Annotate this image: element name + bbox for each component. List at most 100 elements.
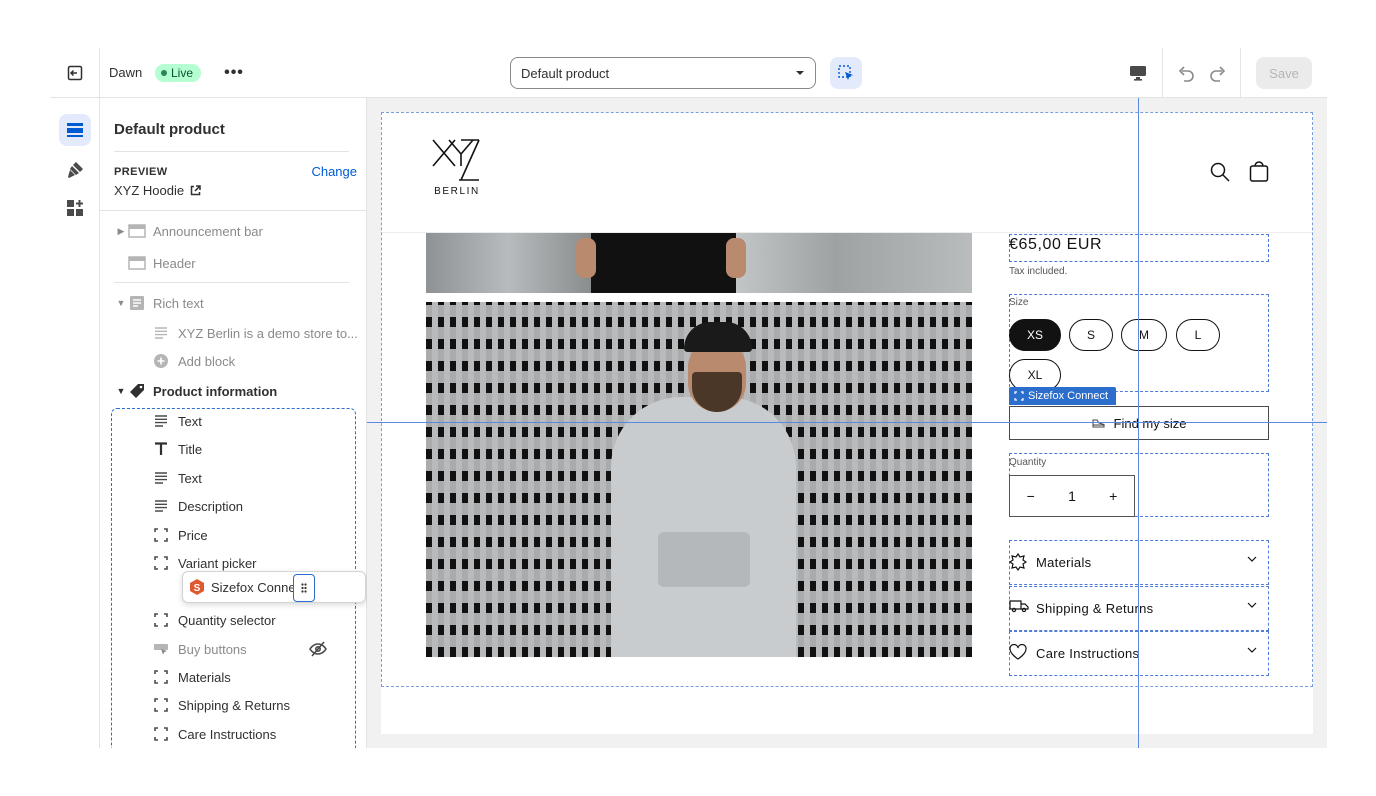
block-shipping-returns[interactable]: Shipping & Returns — [100, 691, 366, 719]
block-label: Variant picker — [178, 555, 257, 571]
inspector-toggle-button[interactable] — [830, 57, 862, 89]
add-block-button[interactable]: Add block — [100, 347, 366, 375]
left-rail — [50, 98, 100, 748]
redo-icon — [1210, 66, 1226, 82]
app-block-icon — [152, 554, 170, 572]
add-block-label: Add block — [178, 353, 236, 369]
live-badge-label: Live — [171, 66, 194, 80]
block-label: Buy buttons — [178, 641, 247, 657]
dragging-block-sizefox[interactable]: S Sizefox Connect — [182, 571, 366, 603]
section-product-information[interactable]: ▼ Product information — [100, 377, 366, 405]
block-label: Shipping & Returns — [178, 697, 291, 713]
block-materials[interactable]: Materials — [100, 663, 366, 691]
block-price[interactable]: Price — [100, 521, 366, 549]
ellipsis-icon: ••• — [224, 64, 244, 81]
text-icon — [152, 412, 170, 430]
app-block-icon — [152, 526, 170, 544]
undo-button[interactable] — [1174, 61, 1198, 85]
section-rich-text[interactable]: ▼ Rich text — [100, 289, 366, 317]
sizefox-logo-icon: S — [190, 579, 204, 598]
drag-handle[interactable] — [293, 574, 315, 602]
app-block-icon — [152, 668, 170, 686]
section-announcement-bar[interactable]: ▶ Announcement bar — [100, 217, 366, 245]
app-embeds-tab[interactable] — [59, 192, 91, 224]
text-icon — [152, 324, 170, 342]
template-select[interactable]: Default product — [510, 57, 816, 89]
section-header[interactable]: Header — [100, 249, 366, 277]
app-block-icon — [152, 696, 170, 714]
live-badge: Live — [155, 64, 202, 82]
caret-down-icon: ▼ — [116, 298, 126, 308]
toolbar-divider — [1240, 48, 1241, 98]
desktop-view-button[interactable] — [1126, 61, 1150, 85]
select-cursor-icon — [838, 65, 853, 80]
theme-settings-tab[interactable] — [59, 154, 91, 186]
block-title[interactable]: Title — [100, 435, 366, 463]
top-bar: Dawn Live ••• Default product Save — [50, 48, 1327, 98]
caret-down-icon: ▼ — [116, 386, 126, 396]
dragging-block-label: Sizefox Connect — [211, 579, 306, 595]
divider — [100, 210, 366, 211]
app-block-icon — [152, 611, 170, 629]
app-block-icon — [152, 725, 170, 743]
title-icon — [152, 440, 170, 458]
apps-icon — [67, 200, 83, 216]
block-text[interactable]: Text — [100, 464, 366, 492]
block-label: XYZ Berlin is a demo store to... — [178, 325, 358, 341]
section-label: Rich text — [153, 295, 204, 311]
sections-icon — [67, 123, 83, 137]
eye-hidden-icon[interactable] — [309, 640, 327, 658]
undo-icon — [1178, 66, 1194, 82]
external-link-icon — [190, 185, 201, 196]
block-quantity-selector[interactable]: Quantity selector — [100, 606, 366, 634]
storefront-page: BERLIN €65,00 EUR Tax included. Size XS … — [381, 112, 1313, 734]
sidebar: Default product PREVIEW Change XYZ Hoodi… — [100, 98, 367, 748]
section-icon — [128, 222, 146, 240]
change-preview-link[interactable]: Change — [311, 164, 357, 179]
drag-handle-icon — [301, 583, 307, 593]
caret-right-icon: ▶ — [117, 225, 125, 236]
toolbar-divider — [1162, 48, 1163, 98]
section-label: Header — [153, 255, 196, 271]
block-label: Description — [178, 498, 244, 514]
section-label: Product information — [153, 383, 278, 399]
preview-product-name: XYZ Hoodie — [114, 183, 185, 198]
preview-product[interactable]: XYZ Hoodie — [114, 183, 201, 198]
tag-icon — [128, 382, 146, 400]
more-actions-button[interactable]: ••• — [222, 62, 246, 84]
block-label: Text — [178, 413, 202, 429]
block-care-instructions[interactable]: Care Instructions — [100, 720, 366, 748]
redo-button[interactable] — [1206, 61, 1230, 85]
block-label: Quantity selector — [178, 612, 276, 628]
sections-tab[interactable] — [59, 114, 91, 146]
block-label: Text — [178, 470, 202, 486]
template-title: Default product — [114, 121, 225, 138]
caret-down-icon — [796, 71, 804, 75]
exit-icon — [67, 65, 82, 81]
drop-guide-vertical — [1138, 98, 1139, 748]
divider — [114, 282, 349, 283]
block-text[interactable]: Text — [100, 407, 366, 435]
text-icon — [152, 497, 170, 515]
desktop-icon — [1130, 66, 1146, 81]
rich-text-icon — [128, 294, 146, 312]
drop-guide-horizontal — [367, 422, 1327, 423]
paintbrush-icon — [68, 162, 83, 178]
block-description[interactable]: Description — [100, 492, 366, 520]
block-buy-buttons[interactable]: Buy buttons — [100, 635, 366, 663]
theme-editor: Dawn Live ••• Default product Save Defau… — [50, 48, 1327, 748]
buy-icon — [152, 640, 170, 658]
block-label: Price — [178, 527, 208, 543]
preview-canvas: BERLIN €65,00 EUR Tax included. Size XS … — [367, 98, 1327, 748]
block-label: Title — [178, 441, 203, 457]
section-outline — [381, 112, 1313, 687]
live-dot-icon — [161, 70, 167, 76]
text-icon — [152, 469, 170, 487]
block-rich-text-content[interactable]: XYZ Berlin is a demo store to... — [100, 319, 366, 347]
save-button[interactable]: Save — [1256, 57, 1312, 89]
section-icon — [128, 254, 146, 272]
svg-text:S: S — [194, 583, 201, 594]
template-select-value: Default product — [521, 65, 610, 81]
exit-button[interactable] — [50, 48, 100, 98]
theme-name: Dawn — [109, 65, 143, 80]
